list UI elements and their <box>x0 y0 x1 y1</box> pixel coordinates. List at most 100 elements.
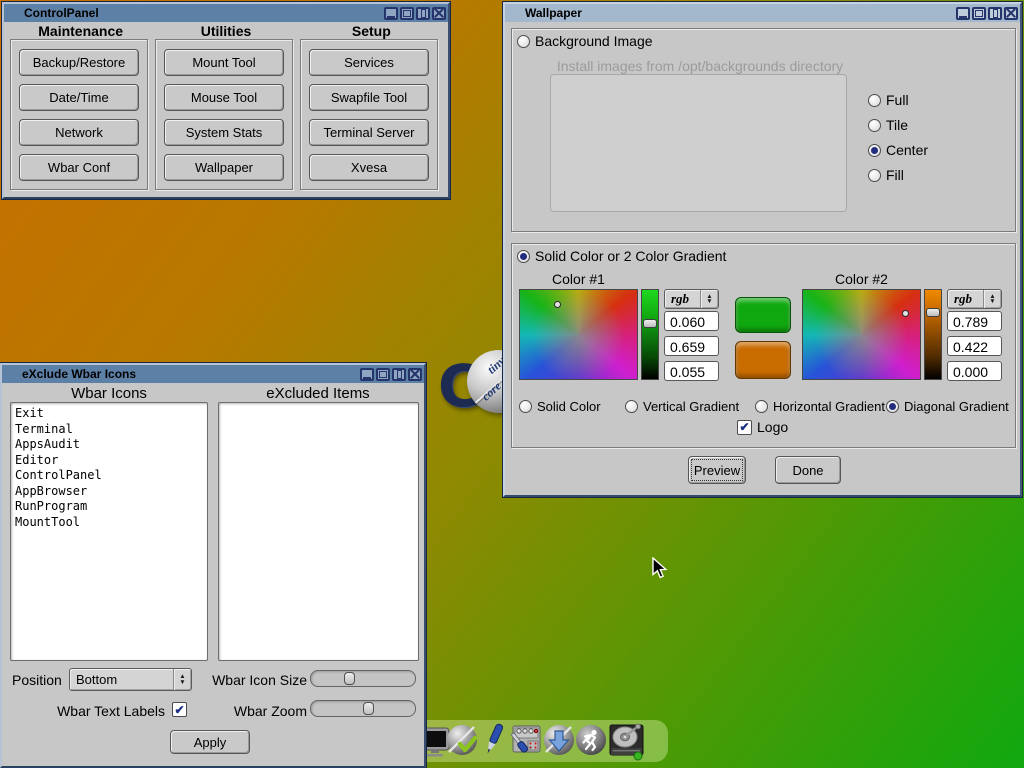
list-item[interactable]: RunProgram <box>15 499 207 515</box>
shade-icon[interactable] <box>392 368 406 381</box>
wallpaper-titlebar[interactable]: Wallpaper <box>505 4 1020 22</box>
list-item[interactable]: ControlPanel <box>15 468 207 484</box>
services-button[interactable]: Services <box>309 49 429 76</box>
wbar-conf-button[interactable]: Wbar Conf <box>19 154 139 181</box>
list-item[interactable]: AppBrowser <box>15 484 207 500</box>
mode-option-fill[interactable]: Fill <box>868 167 904 183</box>
xvesa-button[interactable]: Xvesa <box>309 154 429 181</box>
color2-value-slider[interactable] <box>924 289 942 380</box>
radio-icon[interactable] <box>519 400 532 413</box>
system-stats-button[interactable]: System Stats <box>164 119 284 146</box>
color2-b-input[interactable]: 0.000 <box>947 361 1002 381</box>
mouse-tool-button[interactable]: Mouse Tool <box>164 84 284 111</box>
minimize-icon[interactable] <box>384 7 398 20</box>
logo-option[interactable]: ✔ Logo <box>737 419 788 435</box>
minimize-icon[interactable] <box>360 368 374 381</box>
preview-button[interactable]: Preview <box>688 456 746 484</box>
wbar-zoom-slider[interactable] <box>310 700 416 717</box>
radio-icon[interactable] <box>868 144 881 157</box>
color2-g-input[interactable]: 0.422 <box>947 336 1002 356</box>
radio-icon[interactable] <box>868 169 881 182</box>
run-program-icon[interactable] <box>575 722 607 763</box>
radio-icon[interactable] <box>886 400 899 413</box>
mode-option-tile[interactable]: Tile <box>868 117 908 133</box>
radio-icon[interactable] <box>755 400 768 413</box>
color2-swatch[interactable] <box>735 341 791 379</box>
maximize-icon[interactable] <box>972 7 986 20</box>
radio-icon[interactable] <box>517 35 530 48</box>
background-image-listbox[interactable] <box>550 74 847 212</box>
radio-icon[interactable] <box>517 250 530 263</box>
gradient-option-solid[interactable]: Solid Color <box>519 399 601 414</box>
color1-marker[interactable] <box>554 301 561 308</box>
backup-restore-button[interactable]: Backup/Restore <box>19 49 139 76</box>
color2-marker[interactable] <box>902 310 909 317</box>
color2-hue-picker[interactable] <box>802 289 921 380</box>
background-image-option[interactable]: Background Image <box>517 33 653 49</box>
logo-text-core: core <box>479 379 505 404</box>
shade-icon[interactable] <box>988 7 1002 20</box>
color1-b-input[interactable]: 0.055 <box>664 361 719 381</box>
maximize-icon[interactable] <box>400 7 414 20</box>
position-label: Position <box>12 672 62 688</box>
list-item[interactable]: Exit <box>15 406 207 422</box>
mount-tool-button[interactable]: Mount Tool <box>164 49 284 76</box>
list-item[interactable]: Editor <box>15 453 207 469</box>
control-panel-icon[interactable] <box>509 722 543 763</box>
mount-tool-icon[interactable] <box>607 722 647 767</box>
terminal-server-button[interactable]: Terminal Server <box>309 119 429 146</box>
apply-button[interactable]: Apply <box>170 730 250 754</box>
list-item[interactable]: MountTool <box>15 515 207 531</box>
radio-icon[interactable] <box>868 94 881 107</box>
color1-hue-picker[interactable] <box>519 289 638 380</box>
wallpaper-window-title: Wallpaper <box>505 6 582 20</box>
app-browser-icon[interactable] <box>543 722 575 763</box>
color2-mode-select[interactable]: rgb ▲▼ <box>947 289 1002 309</box>
color2-r-input[interactable]: 0.789 <box>947 311 1002 331</box>
exclude-titlebar[interactable]: eXclude Wbar Icons <box>2 365 424 383</box>
gradient-option-vertical[interactable]: Vertical Gradient <box>625 399 739 414</box>
minimize-icon[interactable] <box>956 7 970 20</box>
apps-audit-icon[interactable] <box>446 722 478 763</box>
color2-label: Color #2 <box>802 271 921 287</box>
solid-gradient-option[interactable]: Solid Color or 2 Color Gradient <box>517 248 726 264</box>
controlpanel-titlebar[interactable]: ControlPanel <box>4 4 448 22</box>
slider-handle[interactable] <box>643 319 657 328</box>
list-item[interactable]: Terminal <box>15 422 207 438</box>
color1-value-slider[interactable] <box>641 289 659 380</box>
close-icon[interactable] <box>432 7 446 20</box>
slider-handle[interactable] <box>363 702 374 715</box>
done-button[interactable]: Done <box>775 456 841 484</box>
swapfile-tool-button[interactable]: Swapfile Tool <box>309 84 429 111</box>
color1-g-input[interactable]: 0.659 <box>664 336 719 356</box>
wbar-icon-size-slider[interactable] <box>310 670 416 687</box>
close-icon[interactable] <box>1004 7 1018 20</box>
mode-option-full[interactable]: Full <box>868 92 909 108</box>
wallpaper-button[interactable]: Wallpaper <box>164 154 284 181</box>
radio-icon[interactable] <box>868 119 881 132</box>
solid-color-label: Solid Color <box>537 399 601 414</box>
maximize-icon[interactable] <box>376 368 390 381</box>
close-icon[interactable] <box>408 368 422 381</box>
wbar-text-labels-checkbox[interactable]: ✔ <box>172 702 187 717</box>
editor-icon[interactable] <box>479 721 507 764</box>
network-button[interactable]: Network <box>19 119 139 146</box>
radio-icon[interactable] <box>625 400 638 413</box>
slider-handle[interactable] <box>344 672 355 685</box>
date-time-button[interactable]: Date/Time <box>19 84 139 111</box>
excluded-items-list[interactable] <box>218 402 419 661</box>
chevron-updown-icon: ▲▼ <box>700 290 718 308</box>
logo-checkbox[interactable]: ✔ <box>737 420 752 435</box>
slider-handle[interactable] <box>926 308 940 317</box>
mode-option-center[interactable]: Center <box>868 142 928 158</box>
color1-r-input[interactable]: 0.060 <box>664 311 719 331</box>
color1-swatch[interactable] <box>735 297 791 333</box>
gradient-option-horizontal[interactable]: Horizontal Gradient <box>755 399 885 414</box>
shade-icon[interactable] <box>416 7 430 20</box>
wbar-icons-list[interactable]: Exit Terminal AppsAudit Editor ControlPa… <box>10 402 208 661</box>
position-select[interactable]: Bottom ▲▼ <box>69 668 192 691</box>
list-item[interactable]: AppsAudit <box>15 437 207 453</box>
position-value: Bottom <box>70 672 173 687</box>
gradient-option-diagonal[interactable]: Diagonal Gradient <box>886 399 1009 414</box>
color1-mode-select[interactable]: rgb ▲▼ <box>664 289 719 309</box>
